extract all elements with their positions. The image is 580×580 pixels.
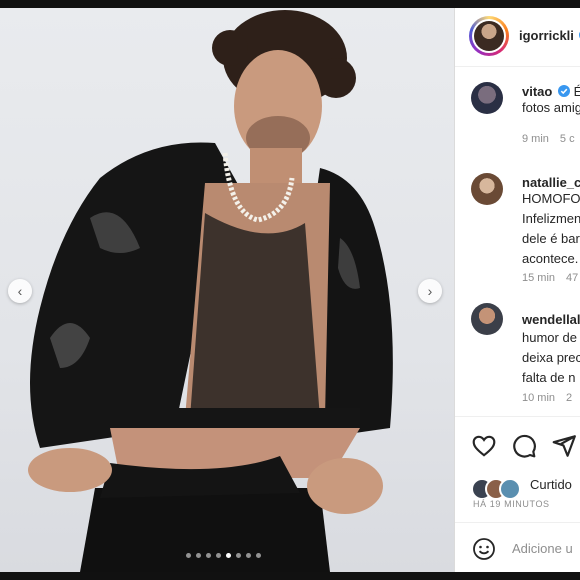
comment-icon[interactable] xyxy=(511,433,537,459)
comment-meta: 9 min 5 c xyxy=(522,133,580,145)
comment-time: 15 min xyxy=(522,272,556,284)
post-modal: ‹ › igorrickli vitao É fotos amig 9 min … xyxy=(0,8,580,572)
verified-badge-icon xyxy=(557,85,570,97)
share-icon[interactable] xyxy=(551,433,577,459)
comment-text: acontece. xyxy=(522,251,579,266)
carousel-dots xyxy=(186,553,261,558)
comment-text: deixa prec xyxy=(522,350,580,365)
chevron-right-icon: › xyxy=(427,283,433,299)
liked-by-text[interactable]: Curtido xyxy=(530,477,572,492)
comment-text: humor de xyxy=(522,330,577,345)
comment-likes[interactable]: 5 c xyxy=(560,133,575,145)
emoji-icon[interactable] xyxy=(472,537,496,561)
comment-username[interactable]: wendellal xyxy=(522,312,580,327)
comment-text: dele é bar xyxy=(522,231,580,246)
comment-time: 9 min xyxy=(522,133,549,145)
carousel-prev-button[interactable]: ‹ xyxy=(8,279,32,303)
comment-likes[interactable]: 47 xyxy=(566,272,578,284)
chevron-left-icon: ‹ xyxy=(17,283,23,299)
heart-icon[interactable] xyxy=(471,433,497,459)
comment-meta: 10 min 2 xyxy=(522,392,580,404)
carousel-dot xyxy=(206,553,211,558)
photo-illustration xyxy=(28,10,393,572)
commenter-avatar[interactable] xyxy=(471,173,503,205)
post-photo[interactable]: ‹ › xyxy=(0,8,454,572)
comment-likes[interactable]: 2 xyxy=(566,392,572,404)
post-actions xyxy=(455,416,580,479)
comment-text: fotos amig xyxy=(522,100,580,115)
comment-text: Infelizmen xyxy=(522,211,580,226)
carousel-dot xyxy=(186,553,191,558)
commenter-avatar[interactable] xyxy=(471,82,503,114)
author-username[interactable]: igorrickli xyxy=(519,28,574,43)
carousel-dot xyxy=(236,553,241,558)
post-timestamp[interactable]: HÁ 19 MINUTOS xyxy=(473,499,550,509)
comment-text: falta de n xyxy=(522,370,576,385)
carousel-dot xyxy=(256,553,261,558)
carousel-dot xyxy=(226,553,231,558)
carousel-dot xyxy=(246,553,251,558)
carousel-dot xyxy=(216,553,221,558)
post-side-panel: igorrickli vitao É fotos amig 9 min 5 c n… xyxy=(454,8,580,572)
comment-text: HOMOFO xyxy=(522,191,580,206)
comment-meta: 15 min 47 xyxy=(522,272,580,284)
comment-username[interactable]: natallie_c xyxy=(522,175,580,190)
add-comment-bar: Adicione u xyxy=(455,522,580,572)
commenter-avatar[interactable] xyxy=(471,303,503,335)
comment-time: 10 min xyxy=(522,392,556,404)
post-header: igorrickli xyxy=(455,8,580,67)
author-avatar[interactable] xyxy=(469,16,509,56)
carousel-next-button[interactable]: › xyxy=(418,279,442,303)
avatar xyxy=(499,478,521,500)
comment-input[interactable]: Adicione u xyxy=(512,541,573,556)
carousel-dot xyxy=(196,553,201,558)
comment-username[interactable]: vitao É xyxy=(522,84,580,99)
